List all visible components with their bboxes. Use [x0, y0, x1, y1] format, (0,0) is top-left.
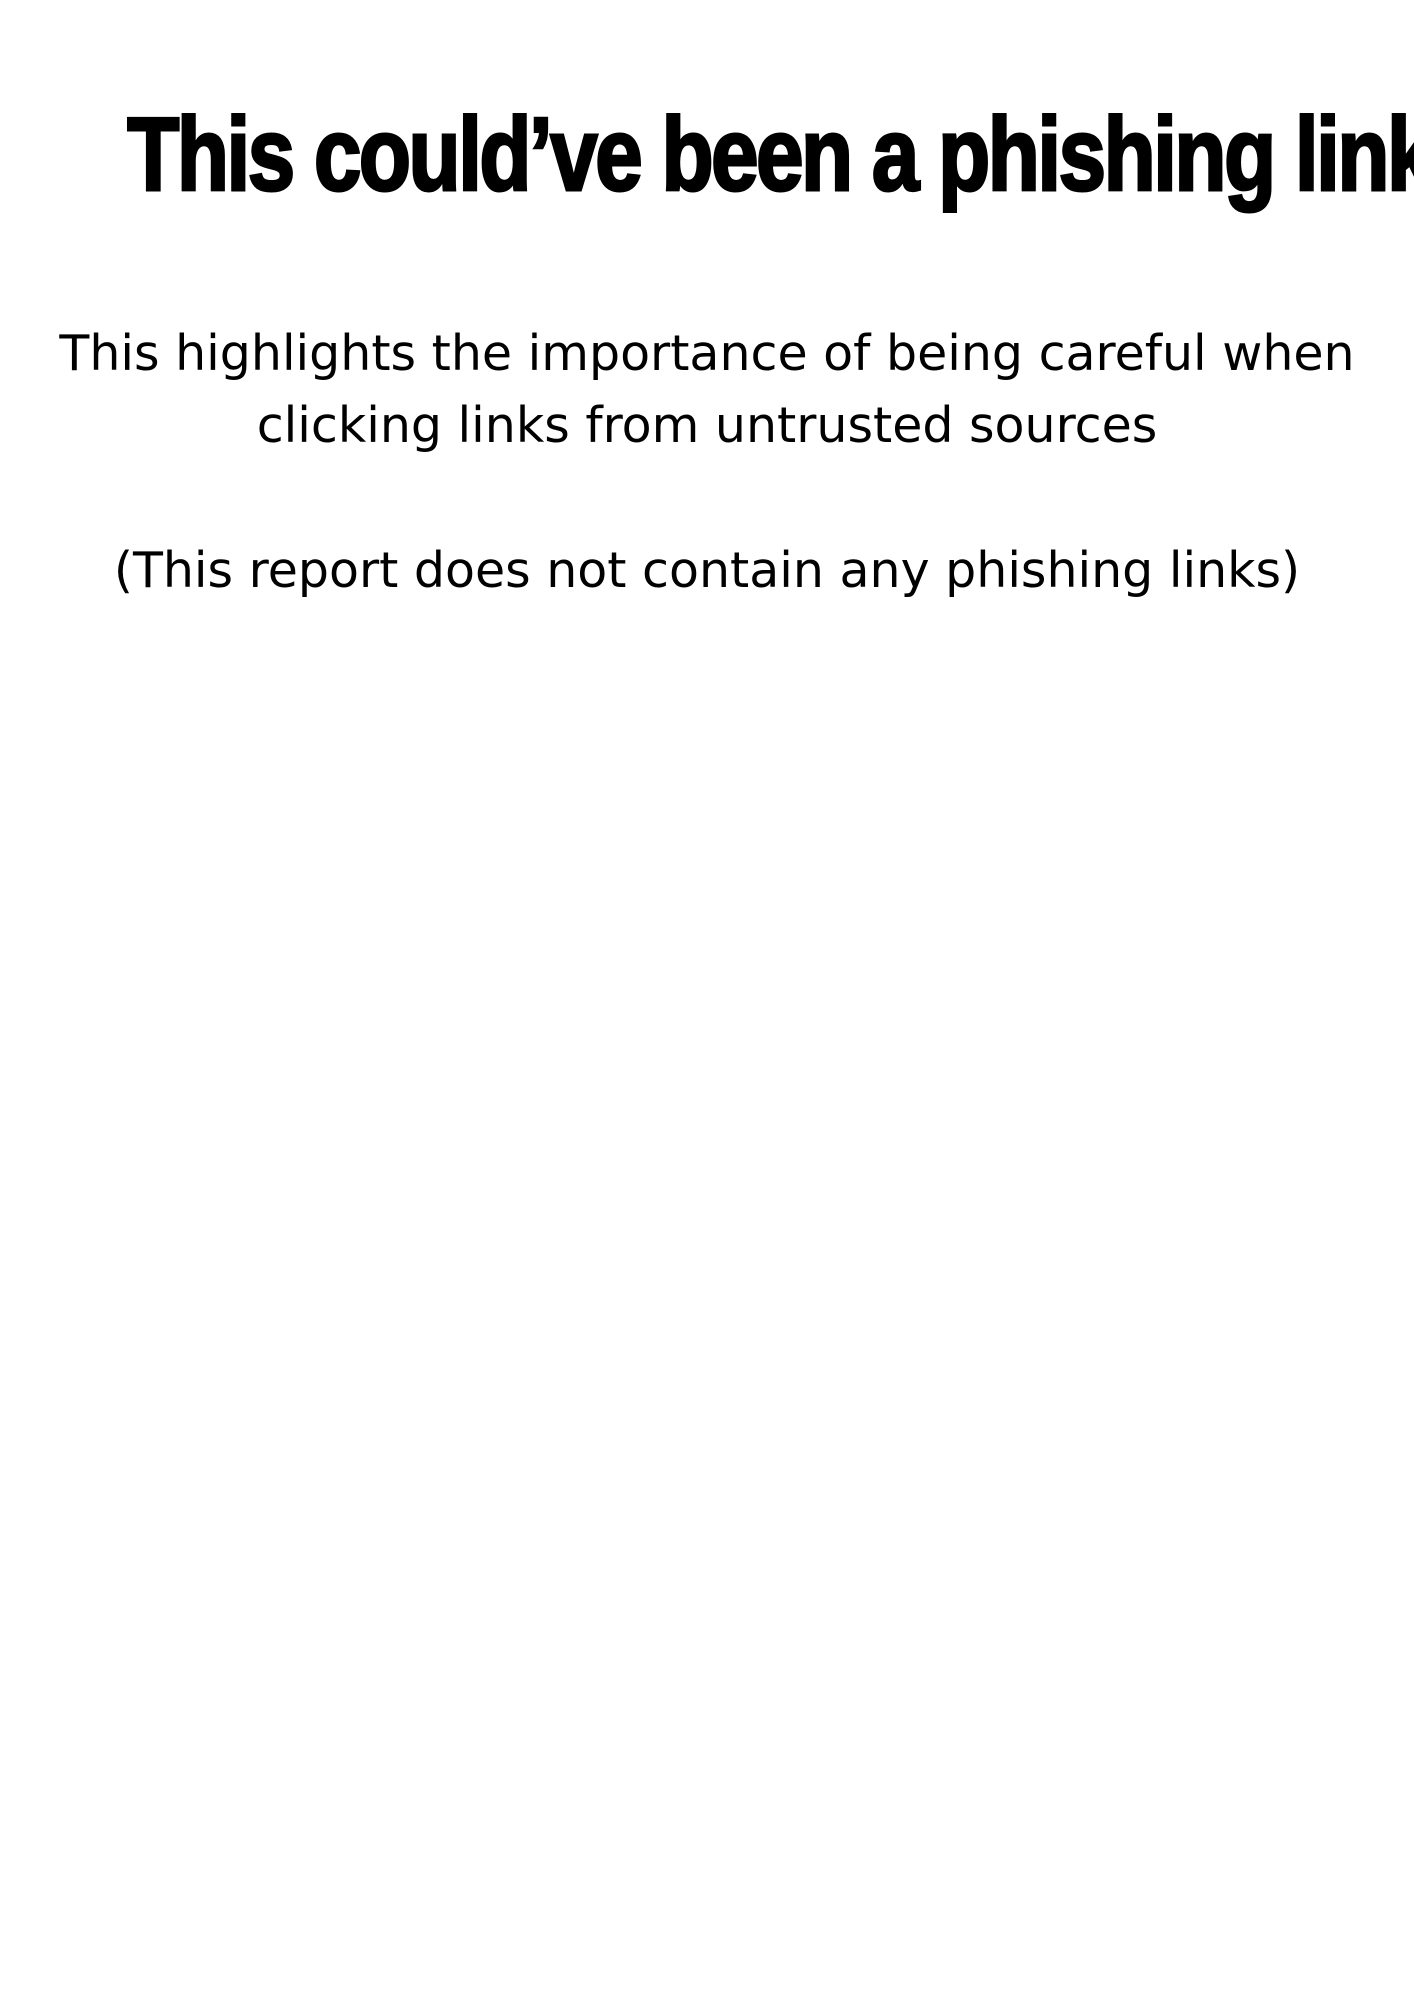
- document-page: This could’ve been a phishing link This …: [0, 0, 1414, 2000]
- disclaimer-text: (This report does not contain any phishi…: [113, 542, 1301, 599]
- page-title: This could’ve been a phishing link: [126, 96, 1414, 215]
- message-line-1: This highlights the importance of being …: [59, 325, 1355, 382]
- message-line-2: clicking links from untrusted sources: [256, 397, 1158, 454]
